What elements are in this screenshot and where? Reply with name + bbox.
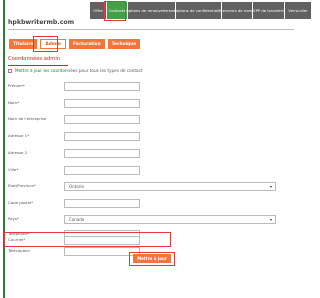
- contact-type-tabs: Titulaire Admin Facturation Technique: [9, 39, 143, 49]
- label-adresse2: Adresse 2: [8, 150, 28, 155]
- update-all-checkbox[interactable]: [8, 68, 12, 73]
- input-entreprise[interactable]: [64, 115, 140, 124]
- tab-verrouiller[interactable]: Verrouiller: [285, 2, 311, 19]
- select-pays-value: Canada: [69, 217, 85, 222]
- label-prenom: Prénom*: [8, 83, 25, 88]
- input-prenom[interactable]: [64, 82, 140, 91]
- select-pays[interactable]: Canada ▾: [64, 215, 276, 224]
- label-etat: État/Province*: [8, 183, 36, 188]
- update-all-row: Mettre à jour les coordonnées pour tous …: [8, 68, 143, 73]
- label-entreprise: Nom de l'entreprise: [8, 116, 47, 121]
- chevron-down-icon: ▾: [269, 217, 272, 222]
- label-code-postal: Code postal*: [8, 200, 34, 205]
- tab-serveurs[interactable]: Serveurs de noms: [220, 2, 254, 19]
- subtab-facturation[interactable]: Facturation: [68, 39, 105, 49]
- select-etat[interactable]: Ontario ▾: [64, 182, 276, 191]
- highlight-courriel: [4, 232, 171, 247]
- label-nom: Nom*: [8, 100, 20, 105]
- label-adresse1: Adresse 1*: [8, 133, 30, 138]
- section-title: Coordonnées admin: [8, 56, 61, 62]
- tab-confidentialite[interactable]: Options de confidentialité: [174, 2, 223, 19]
- left-border: [3, 0, 5, 298]
- update-all-label: Mettre à jour les coordonnées pour tous …: [15, 68, 143, 73]
- section-underline: [8, 65, 68, 66]
- select-etat-value: Ontario: [69, 184, 84, 189]
- input-code-postal[interactable]: [64, 199, 140, 208]
- subtab-technique[interactable]: Technique: [107, 39, 141, 49]
- tab-renouvellement[interactable]: Options de renouvellement: [126, 2, 177, 19]
- label-telecopieur: Télécopieur: [8, 248, 31, 253]
- label-ville: Ville*: [8, 167, 19, 172]
- domain-title: hpkbwritermb.com: [8, 19, 75, 26]
- highlight-admin-tab: [33, 36, 58, 52]
- label-pays: Pays*: [8, 216, 19, 221]
- chevron-down-icon: ▾: [269, 184, 272, 189]
- highlight-submit: [129, 252, 175, 266]
- header-divider: [8, 29, 294, 30]
- input-nom[interactable]: [64, 99, 140, 108]
- input-adresse2[interactable]: [64, 149, 140, 158]
- input-ville[interactable]: [64, 166, 140, 175]
- highlight-contacts-tab: [104, 1, 126, 21]
- tab-epp[interactable]: EPP de transfert: [253, 2, 284, 19]
- input-adresse1[interactable]: [64, 132, 140, 141]
